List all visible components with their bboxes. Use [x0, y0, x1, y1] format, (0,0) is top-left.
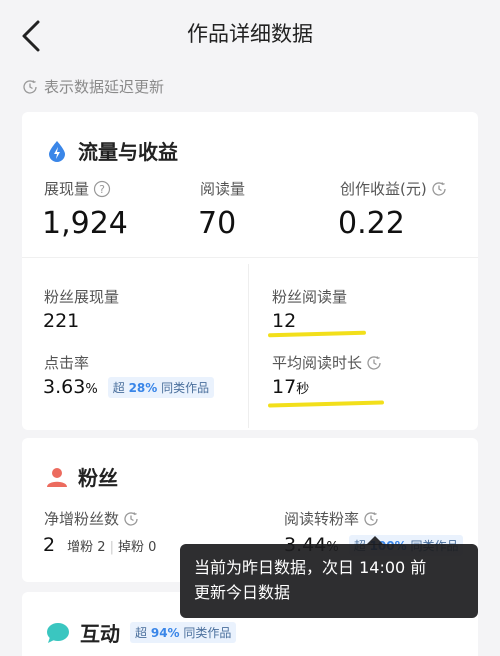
delay-notice: 表示数据延迟更新	[22, 76, 164, 97]
earnings-label-text: 创作收益(元)	[340, 180, 427, 198]
badge-prefix: 超	[135, 626, 148, 640]
earnings-value: 0.22	[338, 206, 405, 241]
badge-pct: 28%	[128, 381, 158, 395]
delay-clock-icon	[432, 181, 446, 196]
interaction-title-text: 互动	[80, 622, 120, 646]
reads-value: 70	[198, 206, 237, 241]
fan-impressions-label: 粉丝展现量	[44, 288, 120, 306]
ctr-number: 3.63	[43, 376, 86, 398]
help-icon[interactable]: ?	[93, 180, 111, 198]
delay-clock-icon	[367, 355, 381, 370]
gain-loss-detail: 增粉 2 | 掉粉 0	[67, 540, 156, 555]
fans-section-title: 粉丝	[46, 462, 118, 491]
gain-label: 增粉	[67, 540, 94, 555]
ctr-value: 3.63% 超 28% 同类作品	[43, 376, 215, 398]
impressions-label: 展现量 ?	[44, 178, 111, 199]
reads-label: 阅读量	[200, 180, 246, 198]
delay-clock-icon	[124, 511, 138, 526]
page-title: 作品详细数据	[187, 22, 313, 46]
delay-notice-text: 表示数据延迟更新	[44, 78, 165, 96]
fans-title-text: 粉丝	[78, 466, 118, 490]
badge-suffix: 同类作品	[161, 381, 210, 395]
avg-read-time-label: 平均阅读时长	[272, 352, 382, 373]
svg-text:?: ?	[99, 183, 105, 196]
gain-value: 2	[97, 540, 106, 555]
conversion-label-text: 阅读转粉率	[284, 510, 360, 528]
net-gain-value: 2 增粉 2 | 掉粉 0	[43, 534, 156, 556]
badge-prefix: 超	[112, 381, 125, 395]
avg-read-time-number: 17	[272, 376, 297, 398]
ctr-label: 点击率	[44, 354, 90, 372]
separator: |	[109, 540, 114, 555]
header: 作品详细数据	[0, 0, 500, 62]
loss-value: 0	[148, 540, 157, 555]
tooltip: 当前为昨日数据，次日 14:00 前 更新今日数据	[180, 544, 478, 618]
traffic-earnings-card: 流量与收益 展现量 ? 1,924 阅读量 70 创作收益(元) 0.22 粉丝…	[22, 112, 478, 430]
delay-clock-icon	[364, 511, 378, 526]
badge-suffix: 同类作品	[183, 626, 232, 640]
avg-read-time-value: 17秒	[272, 376, 309, 398]
fan-reads-label: 粉丝阅读量	[272, 288, 348, 306]
traffic-section-title: 流量与收益	[46, 136, 178, 165]
impressions-label-text: 展现量	[44, 180, 90, 198]
avg-read-time-unit: 秒	[296, 382, 310, 397]
avg-read-time-label-text: 平均阅读时长	[272, 354, 363, 372]
fan-reads-value: 12	[272, 310, 297, 332]
ctr-badge: 超 28% 同类作品	[107, 377, 215, 398]
drop-bolt-icon	[49, 140, 65, 162]
highlight-underline	[267, 400, 385, 408]
net-gain-label-text: 净增粉丝数	[44, 510, 120, 528]
badge-pct: 94%	[150, 626, 180, 640]
ctr-unit: %	[85, 382, 98, 397]
tooltip-line-1: 当前为昨日数据，次日 14:00 前	[194, 558, 427, 577]
chat-bubble-icon	[47, 622, 69, 643]
traffic-title-text: 流量与收益	[78, 140, 178, 164]
divider	[248, 264, 249, 428]
net-gain-number: 2	[43, 534, 56, 556]
conversion-label: 阅读转粉率	[284, 508, 379, 529]
tooltip-line-2: 更新今日数据	[194, 583, 291, 602]
interaction-section-title: 互动 超 94% 同类作品	[46, 618, 237, 647]
loss-label: 掉粉	[117, 540, 144, 555]
impressions-value: 1,924	[42, 206, 128, 241]
fan-impressions-value: 221	[43, 310, 80, 332]
interaction-badge: 超 94% 同类作品	[130, 622, 237, 643]
person-icon	[47, 467, 67, 487]
net-gain-label: 净增粉丝数	[44, 508, 139, 529]
divider	[22, 257, 478, 258]
delay-clock-icon	[23, 79, 37, 94]
earnings-label: 创作收益(元)	[340, 178, 447, 199]
